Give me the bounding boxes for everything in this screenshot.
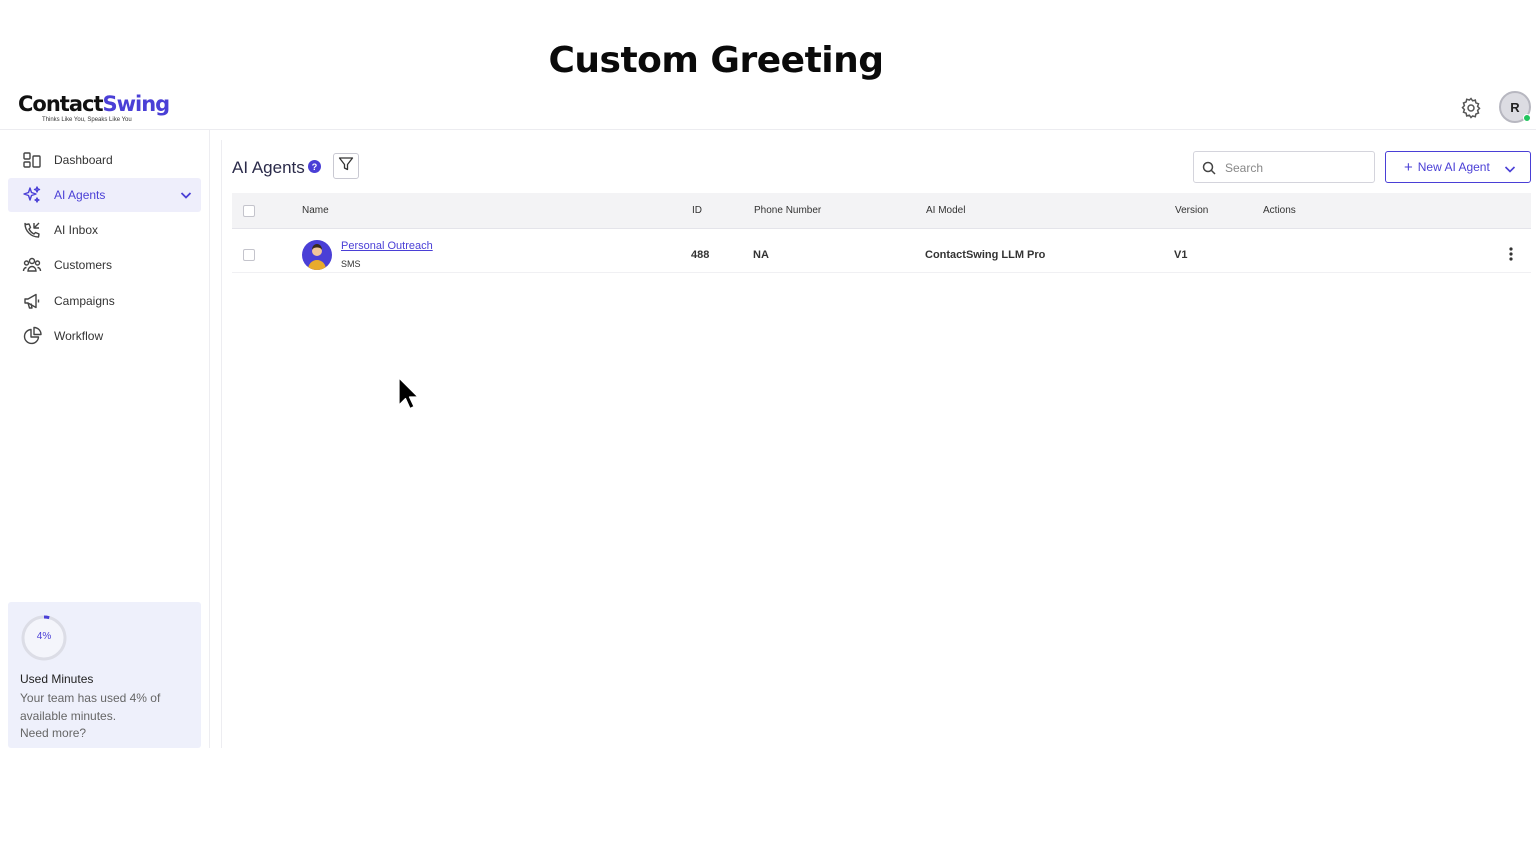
- search-box[interactable]: [1193, 151, 1375, 183]
- search-icon: [1202, 161, 1216, 175]
- usage-title: Used Minutes: [20, 672, 94, 686]
- agent-channel: SMS: [341, 259, 361, 269]
- sidebar-item-label: AI Agents: [54, 188, 106, 202]
- user-avatar[interactable]: R: [1499, 91, 1531, 123]
- top-bar: ContactSwing Thinks Like You, Speaks Lik…: [0, 86, 1536, 130]
- column-header-id[interactable]: ID: [692, 205, 702, 216]
- sidebar-item-label: Workflow: [54, 329, 104, 343]
- row-checkbox[interactable]: [243, 249, 255, 261]
- select-all-checkbox[interactable]: [243, 205, 255, 217]
- usage-card: 4% Used Minutes Your team has used 4% of…: [8, 602, 201, 748]
- sidebar-item-workflow[interactable]: Workflow: [8, 319, 201, 353]
- settings-gear-icon[interactable]: [1459, 96, 1483, 120]
- need-more-link[interactable]: Need more?: [20, 726, 86, 740]
- pie-chart-icon: [21, 325, 43, 347]
- avatar-initial: R: [1510, 99, 1520, 115]
- table-header: Name ID Phone Number AI Model Version Ac…: [232, 193, 1531, 229]
- agent-ai-model: ContactSwing LLM Pro: [925, 249, 1046, 261]
- mouse-cursor-icon: [398, 377, 419, 410]
- online-status-dot: [1523, 114, 1531, 122]
- main-content: AI Agents ? + New AI Agent Name ID Phone…: [221, 140, 1531, 748]
- filter-button[interactable]: [333, 153, 359, 179]
- chevron-down-icon: [1504, 162, 1516, 174]
- help-icon[interactable]: ?: [308, 160, 321, 173]
- phone-incoming-icon: [21, 219, 43, 241]
- sidebar-item-label: Campaigns: [54, 294, 115, 308]
- sidebar-item-label: AI Inbox: [54, 223, 99, 237]
- agent-id: 488: [691, 249, 710, 261]
- column-header-ai-model[interactable]: AI Model: [926, 205, 965, 216]
- sidebar-item-customers[interactable]: Customers: [8, 248, 201, 282]
- agent-version: V1: [1174, 249, 1188, 261]
- page-title: AI Agents: [232, 158, 305, 177]
- sidebar-item-campaigns[interactable]: Campaigns: [8, 284, 201, 318]
- new-ai-agent-label: New AI Agent: [1417, 160, 1490, 174]
- table-row[interactable]: Personal Outreach SMS 488 NA ContactSwin…: [232, 229, 1531, 273]
- column-header-phone[interactable]: Phone Number: [754, 205, 821, 216]
- chevron-down-icon[interactable]: [179, 188, 193, 202]
- filter-icon: [338, 156, 354, 177]
- agent-phone: NA: [753, 249, 769, 261]
- column-header-name[interactable]: Name: [302, 205, 329, 216]
- plus-icon: +: [1404, 158, 1413, 176]
- megaphone-icon: [21, 290, 43, 312]
- brand-tagline: Thinks Like You, Speaks Like You: [42, 117, 132, 123]
- sidebar-item-ai-agents[interactable]: AI Agents: [8, 178, 201, 212]
- sidebar-item-ai-inbox[interactable]: AI Inbox: [8, 213, 201, 247]
- sidebar-item-dashboard[interactable]: Dashboard: [8, 143, 201, 177]
- sidebar-item-label: Customers: [54, 258, 113, 272]
- sidebar-item-label: Dashboard: [54, 153, 113, 167]
- users-icon: [21, 254, 43, 276]
- brand-logo[interactable]: ContactSwing Thinks Like You, Speaks Lik…: [18, 92, 171, 126]
- row-actions-kebab-icon[interactable]: [1506, 245, 1516, 263]
- new-ai-agent-button[interactable]: + New AI Agent: [1385, 151, 1531, 183]
- usage-percent-label: 4%: [36, 631, 52, 642]
- banner-title: Custom Greeting: [548, 40, 884, 81]
- agent-name-link[interactable]: Personal Outreach: [341, 240, 433, 252]
- brand-wordmark: ContactSwing: [18, 92, 171, 116]
- column-header-version[interactable]: Version: [1175, 205, 1208, 216]
- dashboard-icon: [21, 149, 43, 171]
- sparkles-icon: [21, 184, 43, 206]
- brand-name-part2: Swing: [102, 92, 171, 116]
- search-input[interactable]: [1225, 158, 1365, 178]
- column-header-actions: Actions: [1263, 205, 1296, 216]
- brand-name-part1: Contact: [18, 92, 103, 116]
- agent-avatar: [302, 240, 332, 270]
- usage-description: Your team has used 4% of available minut…: [20, 691, 161, 723]
- sidebar: Dashboard AI Agents AI Inbox Customers C…: [0, 130, 210, 748]
